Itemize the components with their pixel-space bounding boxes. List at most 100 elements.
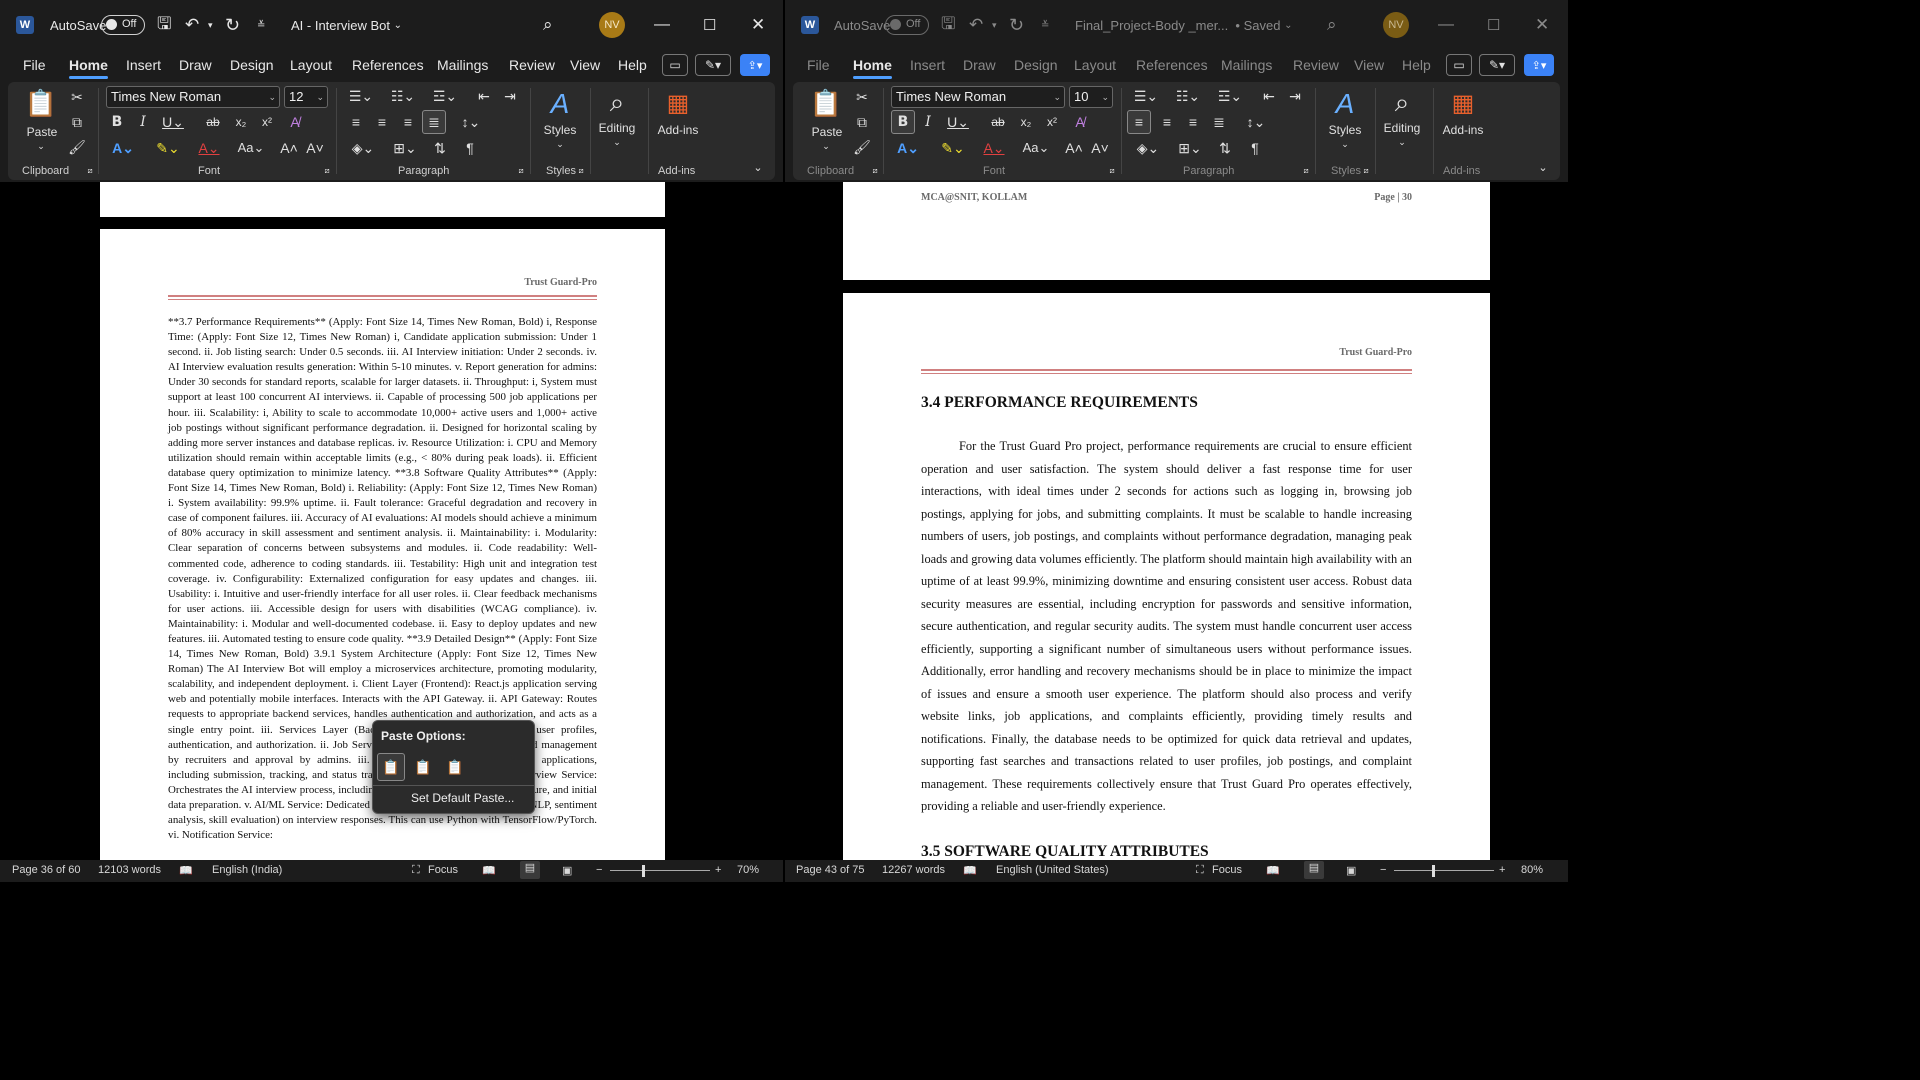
strikethrough-button[interactable]: ab [987,112,1009,132]
tab-draw[interactable]: Draw [179,57,212,73]
minimize-icon[interactable]: — [654,0,670,50]
tab-layout[interactable]: Layout [1074,57,1116,73]
web-layout-icon[interactable]: ▣ [562,864,572,877]
chevron-down-icon[interactable]: ⌄ [1394,136,1410,148]
addins-icon[interactable]: ▦ [1445,86,1481,120]
line-spacing-icon[interactable]: ↕⌄ [454,112,488,132]
zoom-level[interactable]: 70% [737,864,759,876]
paste-icon[interactable]: 📋 [22,87,60,119]
italic-button[interactable]: I [134,112,152,132]
show-formatting-icon[interactable]: ¶ [1245,138,1265,158]
save-icon[interactable]: 🖫 [941,0,955,50]
customize-toolbar-icon[interactable]: ≚ [1041,0,1049,50]
dialog-launcher-icon[interactable]: ⧄ [516,166,526,176]
tab-layout[interactable]: Layout [290,57,332,73]
paste-dropdown-icon[interactable]: ⌄ [33,140,49,152]
tab-view[interactable]: View [1354,57,1384,73]
editing-search-icon[interactable]: ⌕ [594,86,640,120]
minimize-icon[interactable]: — [1438,0,1454,50]
tab-design[interactable]: Design [1014,57,1058,73]
editing-button[interactable]: Editing [1377,120,1427,136]
show-formatting-icon[interactable]: ¶ [460,138,480,158]
zoom-slider-thumb[interactable] [1432,865,1435,877]
avatar[interactable]: NV [599,12,625,38]
borders-icon[interactable]: ⊞⌄ [1173,138,1207,158]
set-default-paste-item[interactable]: Set Default Paste... [411,791,514,805]
tab-draw[interactable]: Draw [963,57,996,73]
align-left-icon[interactable]: ≡ [346,112,366,132]
maximize-icon[interactable]: ☐ [1487,0,1500,50]
read-mode-icon[interactable]: 📖 [482,864,496,877]
dialog-launcher-icon[interactable]: ⧄ [1301,166,1311,176]
paste-dropdown-icon[interactable]: ⌄ [818,140,834,152]
search-icon[interactable]: ⌕ [1327,0,1337,50]
highlight-color-icon[interactable]: ✎⌄ [150,138,186,158]
line-spacing-icon[interactable]: ↕⌄ [1239,112,1273,132]
document-title[interactable]: Final_Project-Body _mer... • Saved ⌄ [1075,0,1292,50]
copy-icon[interactable]: ⧉ [853,113,871,131]
close-icon[interactable]: ✕ [1535,0,1549,50]
search-icon[interactable]: ⌕ [543,0,553,50]
tab-references[interactable]: References [352,57,424,73]
dialog-launcher-icon[interactable]: ⧄ [1361,166,1371,176]
increase-indent-icon[interactable]: ⇥ [1285,86,1305,106]
print-layout-icon[interactable]: ▤ [520,861,540,879]
undo-dropdown-icon[interactable]: ▾ [992,0,997,50]
word-app-icon[interactable]: W [16,16,34,34]
document-title[interactable]: AI - Interview Bot ⌄ [291,0,402,50]
superscript-button[interactable]: x² [1041,112,1063,132]
page-count[interactable]: Page 43 of 75 [796,864,865,876]
comments-icon[interactable]: ▭ [662,54,688,76]
multilevel-list-icon[interactable]: ☲⌄ [428,86,462,106]
editing-button[interactable]: Editing [592,120,642,136]
text-effects-icon[interactable]: A⌄ [893,138,923,158]
bullets-icon[interactable]: ☰⌄ [1129,86,1163,106]
copy-icon[interactable]: ⧉ [68,113,86,131]
align-center-icon[interactable]: ≡ [1157,112,1177,132]
language-indicator[interactable]: English (India) [212,864,282,876]
addins-button[interactable]: Add-ins [652,122,704,138]
undo-icon[interactable]: ↶ [185,0,199,50]
dialog-launcher-icon[interactable]: ⧄ [870,166,880,176]
subscript-button[interactable]: x₂ [230,112,252,132]
highlight-color-icon[interactable]: ✎⌄ [935,138,971,158]
read-mode-icon[interactable]: 📖 [1266,864,1280,877]
increase-indent-icon[interactable]: ⇥ [500,86,520,106]
tab-home[interactable]: Home [853,57,892,79]
tab-home[interactable]: Home [69,57,108,79]
focus-icon[interactable]: ⛶ [1196,864,1204,877]
font-size-combo[interactable]: 10 ⌄ [1069,86,1113,108]
autosave-toggle[interactable]: Off [101,15,145,35]
grow-font-icon[interactable]: A˄ [278,138,300,158]
zoom-out-icon[interactable]: − [1380,864,1386,876]
chevron-down-icon[interactable]: ⌄ [609,136,625,148]
pen-icon[interactable]: ✎▾ [1479,54,1515,76]
zoom-slider-thumb[interactable] [642,865,645,877]
dialog-launcher-icon[interactable]: ⧄ [85,166,95,176]
keep-source-formatting-icon[interactable]: 📋 [377,753,405,781]
cut-icon[interactable]: ✂ [68,88,86,106]
align-left-icon[interactable]: ≡ [1127,110,1151,134]
sort-icon[interactable]: ⇅ [1215,138,1235,158]
section-heading[interactable]: 3.5 SOFTWARE QUALITY ATTRIBUTES [921,843,1209,860]
web-layout-icon[interactable]: ▣ [1346,864,1356,877]
document-area[interactable]: MCA@SNIT, KOLLAM Page | 30 Trust Guard-P… [785,182,1568,860]
focus-button[interactable]: Focus [428,864,458,876]
redo-icon[interactable]: ↻ [225,0,240,50]
numbering-icon[interactable]: ☷⌄ [386,86,420,106]
avatar[interactable]: NV [1383,12,1409,38]
cut-icon[interactable]: ✂ [853,88,871,106]
tab-mailings[interactable]: Mailings [437,57,488,73]
styles-icon[interactable]: A [538,86,582,122]
numbering-icon[interactable]: ☷⌄ [1171,86,1205,106]
document-page[interactable]: Trust Guard-Pro 3.4 PERFORMANCE REQUIREM… [843,293,1490,860]
undo-dropdown-icon[interactable]: ▾ [208,0,213,50]
share-icon[interactable]: ⇪▾ [1524,54,1554,76]
shrink-font-icon[interactable]: A˅ [1089,138,1111,158]
chevron-down-icon[interactable]: ⌄ [552,138,568,150]
grow-font-icon[interactable]: A˄ [1063,138,1085,158]
tab-insert[interactable]: Insert [126,57,161,73]
multilevel-list-icon[interactable]: ☲⌄ [1213,86,1247,106]
print-layout-icon[interactable]: ▤ [1304,861,1324,879]
proofing-icon[interactable]: 📖 [963,864,977,877]
